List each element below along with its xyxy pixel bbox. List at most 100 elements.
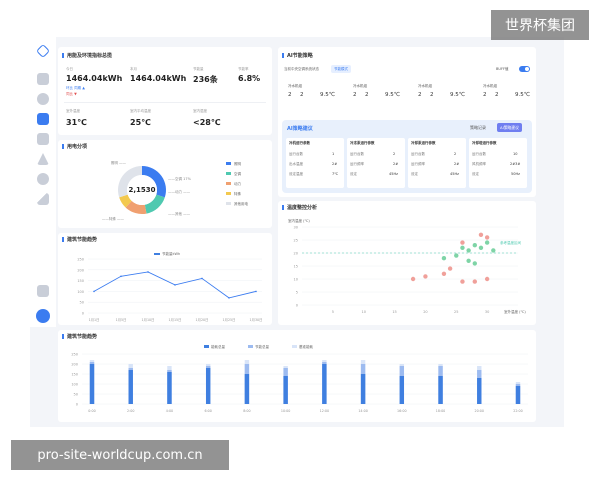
document-icon[interactable] (37, 133, 49, 145)
ai-strategy-title: AI节能策略 (282, 52, 313, 59)
line-xtick-0: 1月1日 (89, 318, 100, 322)
bar-1-2 (128, 370, 133, 404)
settings-icon[interactable] (37, 173, 49, 185)
cube-icon[interactable] (35, 43, 51, 59)
scatter-point-2-1 (410, 276, 416, 282)
donut-legend-swatch-3 (226, 182, 231, 185)
unit-group-2-v3: 9.5℃ (385, 92, 400, 98)
bar-xtick-9: 18:00 (436, 409, 446, 413)
bar-ytick-4: 50 (74, 393, 78, 397)
advice-col-1-r2-k: 出水温度 (289, 162, 303, 166)
donut-legend-label-1: 照明 (234, 162, 241, 166)
mode-badge[interactable]: 节能模式 (331, 65, 351, 73)
metric-label-today: 今日 (66, 67, 73, 71)
metric-label-month: 本月 (130, 67, 137, 71)
donut-callout-3: ——动力 —— (168, 189, 191, 194)
bar-xtick-5: 10:00 (281, 409, 291, 413)
scatter-point-1-10 (472, 261, 477, 266)
scatter-point-2-3 (441, 271, 447, 276)
env-label-outdoor: 室外温度 (66, 109, 80, 113)
advice-col-1-r2-v: 2# (332, 162, 338, 166)
unit-group-3-v2: 2 (430, 92, 434, 98)
metric-sub-today-2: 同比 ▼ (66, 92, 77, 96)
line-xtick-5: 1月25日 (223, 318, 236, 322)
energy-overview-title: 用能及环境指标总揽 (62, 52, 112, 59)
env-label-humidity: 室内湿度 (193, 109, 207, 113)
bar-ytick-0: 250 (71, 353, 78, 357)
buff-toggle[interactable] (519, 66, 530, 72)
advice-col-2-title: 冷冻泵运行参数 (350, 141, 375, 145)
scatter-xtick-2: 15 (392, 310, 396, 314)
scatter-ref-label: 参考温度区间 (500, 240, 521, 245)
line-point-4 (174, 284, 176, 286)
metric-value-rate: 6.8% (238, 74, 261, 83)
bar-1-4 (205, 368, 211, 404)
bar-xtick-7: 14:00 (358, 409, 368, 413)
bar-1-11 (477, 378, 482, 404)
bar-1-1 (89, 364, 95, 404)
user-avatar-icon[interactable] (36, 309, 50, 323)
scatter-xtick-0: 5 (332, 310, 334, 314)
donut-legend-swatch-5 (226, 202, 231, 205)
screenshot-stage: 用能及环境指标总揽 今日 1464.04kWh 环比 同期 ▲ 同比 ▼ 本月 … (0, 0, 600, 480)
layers-icon[interactable] (37, 113, 49, 125)
line-xtick-3: 1月15日 (169, 318, 182, 322)
advice-col-1: 冷机运行参数 运行台数 1 出水温度 2# 设定温度 7℃ (286, 138, 344, 188)
scatter-point-1-1 (441, 256, 447, 261)
bar-xtick-1: 2:00 (127, 409, 134, 413)
donut-chart: 2,1530 照明 —— ——空调 17% ——动力 —— ——其他 —— ——… (102, 161, 249, 221)
advice-col-1-title: 冷机运行参数 (289, 141, 310, 145)
advice-col-4-title: 冷却塔运行参数 (472, 141, 497, 145)
advice-col-2-r2-k: 运行频率 (350, 162, 364, 166)
bar-xtick-11: 22:00 (513, 409, 523, 413)
advice-col-3-r3-v: 45Hz (450, 172, 459, 176)
donut-legend-label-5: 其他用电 (234, 201, 248, 206)
scatter-point-1-7 (484, 240, 490, 245)
advice-col-3: 冷却泵运行参数 运行台数 2 运行频率 2# 设定 45Hz (408, 138, 466, 188)
scatter-xtick-1: 10 (361, 310, 365, 314)
advice-col-4-r3-k: 设定 (472, 172, 479, 176)
bar-ytick-2: 150 (71, 373, 78, 377)
donut-callout-5: ——特殊 —— (102, 216, 125, 221)
advice-col-3-r1-k: 运行台数 (411, 152, 425, 156)
advice-col-4-r1-k: 运行台数 (472, 152, 486, 156)
warning-icon[interactable] (37, 153, 49, 165)
env-value-outdoor: 31℃ (66, 118, 87, 127)
advice-col-2-r1-k: 运行台数 (350, 152, 364, 156)
bar-1-7 (322, 364, 327, 404)
donut-legend-label-2: 空调 (234, 171, 241, 176)
monitor-icon[interactable] (37, 73, 49, 85)
line-point-6 (228, 297, 230, 299)
list-icon[interactable] (37, 285, 49, 297)
ai-advice-button[interactable]: AI策略建议 (497, 123, 522, 132)
scatter-point-1-3 (460, 245, 465, 250)
metric-value-saving: 236条 (193, 75, 218, 84)
advice-col-2-r3-v: 45Hz (389, 172, 398, 176)
bar-ytick-1: 200 (71, 363, 78, 367)
donut-legend-swatch-4 (226, 192, 231, 195)
scatter-point-1-2 (454, 253, 459, 258)
line-xtick-1: 1月5日 (116, 318, 127, 322)
bar-legend-swatch-2 (248, 345, 253, 348)
advice-col-4-r3-v: 50Hz (511, 172, 520, 176)
bar-xtick-4: 8:00 (243, 409, 250, 413)
bar-legend-label-3: 基准能耗 (299, 344, 313, 349)
scatter-point-1-4 (466, 248, 471, 253)
strategy-history-button[interactable]: 策略记录 (470, 125, 486, 131)
scatter-point-2-5 (460, 279, 465, 284)
trend-icon[interactable] (37, 193, 49, 205)
ai-strategy-card: AI节能策略 当前中央空调系统状态 节能模式 BUFF值 冷水机组 2 2 9.… (278, 47, 536, 197)
scatter-point-2-4 (447, 266, 453, 271)
dashboard-icon[interactable] (37, 93, 49, 105)
unit-group-3-name: 冷水机组 (418, 84, 432, 88)
advice-col-2-r2-v: 2# (393, 162, 399, 166)
scatter-ytick-1: 25 (294, 239, 298, 243)
advice-col-2-r1-v: 2 (393, 152, 396, 156)
watermark-bottom-left: pro-site-worldcup.com.cn (11, 440, 229, 470)
scatter-point-2-7 (484, 276, 490, 282)
saving-trend-card: 建筑节能趋势 节能量kWh 250 200 150 100 50 0 1月1日 1月5日 1月1… (58, 233, 272, 325)
donut-callout-2: ——空调 17% (168, 176, 192, 181)
advice-col-1-r3-k: 设定温度 (289, 172, 303, 176)
unit-group-1-v3: 9.5℃ (320, 92, 335, 98)
bar-xtick-10: 20:00 (475, 409, 485, 413)
